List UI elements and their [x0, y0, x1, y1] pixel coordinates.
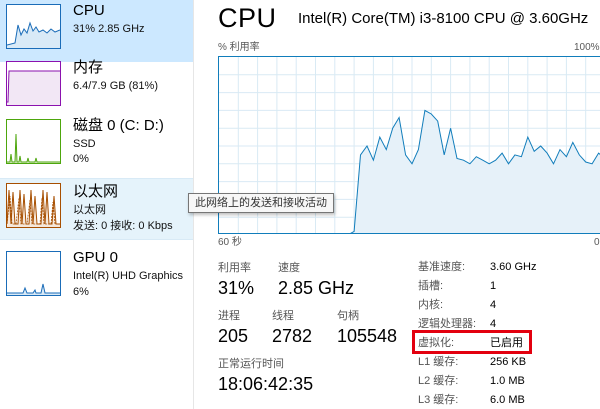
disk-thumbnail-graph — [6, 119, 61, 164]
threads-label: 线程 — [272, 310, 294, 322]
cpu-thumbnail-graph — [6, 4, 61, 49]
cpu-utilization-area — [351, 110, 600, 233]
ethernet-tooltip: 此网络上的发送和接收活动 — [188, 193, 334, 213]
spec-label: 基准速度: — [418, 261, 466, 273]
processes-value: 205 — [218, 326, 249, 346]
processes-label: 进程 — [218, 310, 240, 322]
spec-label: 内核: — [418, 299, 444, 311]
sidebar: CPU 31% 2.85 GHz 内存 6.4/7.9 GB (81%) 磁盘 … — [0, 0, 193, 409]
sidebar-item-subtitle: 发送: 0 接收: 0 Kbps — [73, 220, 173, 232]
handles-value: 105548 — [337, 326, 398, 346]
utilization-label: 利用率 — [218, 262, 251, 274]
page-title: CPU — [218, 3, 277, 33]
graph-y-max-label: 100% — [574, 42, 600, 53]
speed-label: 速度 — [278, 262, 300, 274]
sidebar-item-cpu[interactable]: CPU 31% 2.85 GHz — [0, 0, 193, 62]
cpu-model-name: Intel(R) Core(TM) i3-8100 CPU @ 3.60GHz — [298, 10, 589, 27]
sidebar-item-subtitle: 31% 2.85 GHz — [73, 23, 145, 35]
sidebar-item-title: 内存 — [73, 59, 104, 76]
threads-value: 2782 — [272, 326, 313, 346]
handles-label: 句柄 — [337, 310, 359, 322]
spec-label: L3 缓存: — [418, 394, 459, 406]
sidebar-item-disk[interactable]: 磁盘 0 (C: D:) SSD 0% — [0, 115, 193, 177]
sidebar-item-subtitle: Intel(R) UHD Graphics — [73, 270, 184, 282]
sidebar-item-gpu[interactable]: GPU 0 Intel(R) UHD Graphics 6% — [0, 247, 193, 309]
spec-label: 插槽: — [418, 280, 444, 292]
virtualization-highlight-box — [412, 330, 532, 354]
graph-x-left-label: 60 秒 — [218, 237, 242, 248]
sidebar-item-title: 磁盘 0 (C: D:) — [73, 117, 164, 134]
spec-label: L2 缓存: — [418, 375, 459, 387]
spec-value: 256 KB — [490, 356, 527, 368]
sidebar-item-subtitle: 6% — [73, 286, 89, 298]
graph-x-right-label: 0 — [594, 237, 600, 248]
spec-value: 4 — [490, 299, 497, 311]
sidebar-item-ethernet[interactable]: 以太网 以太网 发送: 0 接收: 0 Kbps — [0, 178, 193, 240]
sidebar-item-subtitle: 0% — [73, 153, 89, 165]
spec-value: 3.60 GHz — [490, 261, 537, 273]
spec-value: 6.0 MB — [490, 394, 525, 406]
spec-value: 1 — [490, 280, 497, 292]
sidebar-item-subtitle: 以太网 — [73, 204, 106, 216]
sidebar-item-subtitle: SSD — [73, 138, 96, 150]
gpu-thumbnail-graph — [6, 251, 61, 296]
spec-label: L1 缓存: — [418, 356, 459, 368]
sidebar-item-subtitle: 6.4/7.9 GB (81%) — [73, 80, 158, 92]
spec-value: 1.0 MB — [490, 375, 525, 387]
sidebar-item-title: GPU 0 — [73, 249, 119, 266]
sidebar-item-title: CPU — [73, 2, 105, 19]
ethernet-thumbnail-graph — [6, 183, 61, 228]
memory-thumbnail-graph — [6, 61, 61, 106]
speed-value: 2.85 GHz — [278, 278, 355, 298]
uptime-label: 正常运行时间 — [218, 358, 284, 370]
graph-y-axis-label: % 利用率 — [218, 42, 260, 53]
sidebar-item-title: 以太网 — [73, 183, 119, 200]
sidebar-item-memory[interactable]: 内存 6.4/7.9 GB (81%) — [0, 57, 193, 119]
uptime-value: 18:06:42:35 — [218, 374, 314, 394]
utilization-value: 31% — [218, 278, 255, 298]
